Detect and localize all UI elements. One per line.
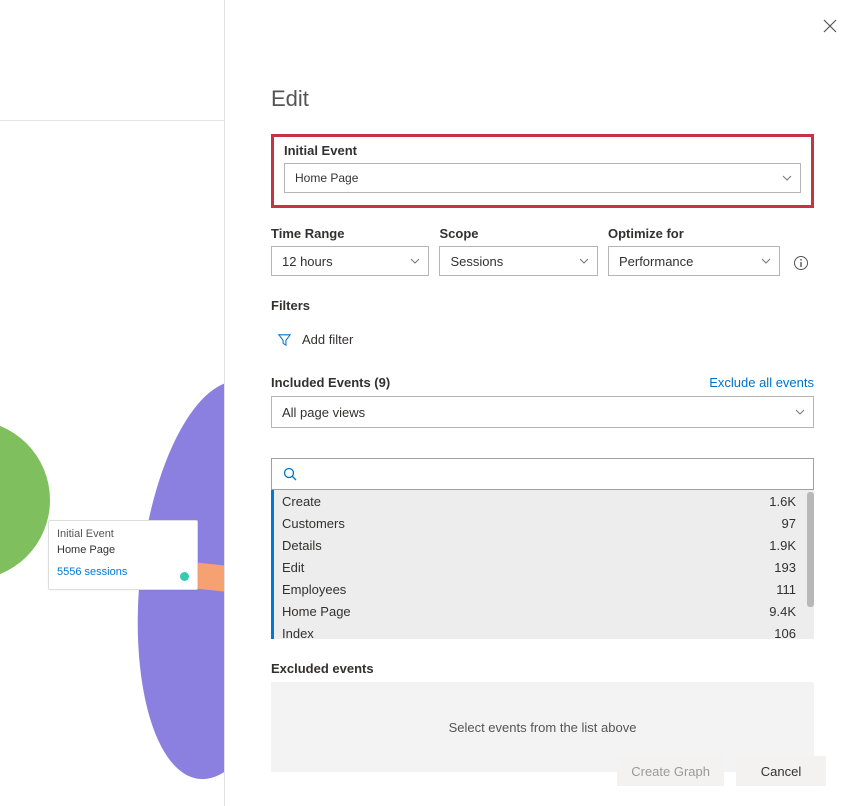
event-row[interactable]: Employees 111 xyxy=(274,578,806,600)
event-count: 1.6K xyxy=(769,494,796,509)
event-row[interactable]: Home Page 9.4K xyxy=(274,600,806,622)
graph-node-title: Initial Event xyxy=(57,527,189,543)
info-icon xyxy=(793,255,809,271)
close-icon xyxy=(822,18,838,34)
create-graph-button[interactable]: Create Graph xyxy=(617,756,724,786)
search-icon xyxy=(282,466,298,482)
events-scrollbar[interactable] xyxy=(807,492,814,607)
event-row[interactable]: Customers 97 xyxy=(274,512,806,534)
event-count: 97 xyxy=(782,516,796,531)
event-row[interactable]: Edit 193 xyxy=(274,556,806,578)
optimize-for-value: Performance xyxy=(619,254,693,269)
add-filter-button[interactable]: Add filter xyxy=(271,328,359,351)
event-name: Index xyxy=(282,626,314,640)
event-count: 193 xyxy=(774,560,796,575)
options-row: Time Range 12 hours Scope Sessions Op xyxy=(271,226,814,276)
add-filter-label: Add filter xyxy=(302,332,353,347)
event-name: Create xyxy=(282,494,321,509)
included-events-value: All page views xyxy=(282,405,365,420)
graph-node-event: Home Page xyxy=(57,543,189,559)
chevron-down-icon xyxy=(761,256,771,266)
optimize-for-label: Optimize for xyxy=(608,226,780,241)
event-row[interactable]: Index 106 xyxy=(274,622,806,639)
event-name: Home Page xyxy=(282,604,351,619)
flow-arc-green xyxy=(0,420,50,580)
create-graph-label: Create Graph xyxy=(631,764,710,779)
graph-node-sessions: 5556 sessions xyxy=(57,565,189,581)
included-events-select[interactable]: All page views xyxy=(271,396,814,428)
excluded-events-placeholder: Select events from the list above xyxy=(449,720,637,735)
edit-panel: Edit Initial Event Home Page Time Range … xyxy=(225,0,856,806)
initial-event-label: Initial Event xyxy=(284,143,801,158)
event-count: 9.4K xyxy=(769,604,796,619)
event-count: 106 xyxy=(774,626,796,640)
initial-event-select[interactable]: Home Page xyxy=(284,163,801,193)
initial-event-value: Home Page xyxy=(295,171,358,185)
event-name: Customers xyxy=(282,516,345,531)
event-count: 111 xyxy=(776,582,796,597)
filter-icon xyxy=(277,332,292,347)
scope-select[interactable]: Sessions xyxy=(439,246,597,276)
event-row[interactable]: Create 1.6K xyxy=(274,490,806,512)
events-search-box[interactable] xyxy=(271,458,814,490)
time-range-select[interactable]: 12 hours xyxy=(271,246,429,276)
filters-label: Filters xyxy=(271,298,814,313)
chevron-down-icon xyxy=(795,407,805,417)
close-button[interactable] xyxy=(818,14,842,38)
exclude-all-link[interactable]: Exclude all events xyxy=(709,375,814,390)
graph-divider xyxy=(0,120,225,121)
scope-value: Sessions xyxy=(450,254,503,269)
initial-event-highlight: Initial Event Home Page xyxy=(271,134,814,208)
optimize-info-button[interactable] xyxy=(788,250,814,276)
events-list: Create1.6KCustomers97Details1.9KEdit193E… xyxy=(271,490,814,639)
cancel-button[interactable]: Cancel xyxy=(736,756,826,786)
chevron-down-icon xyxy=(410,256,420,266)
cancel-label: Cancel xyxy=(761,764,801,779)
optimize-for-select[interactable]: Performance xyxy=(608,246,780,276)
events-search-input[interactable] xyxy=(298,467,803,482)
event-row[interactable]: Details 1.9K xyxy=(274,534,806,556)
panel-title: Edit xyxy=(271,86,814,112)
excluded-events-label: Excluded events xyxy=(271,661,814,676)
chevron-down-icon xyxy=(579,256,589,266)
graph-node-card[interactable]: Initial Event Home Page 5556 sessions xyxy=(48,520,198,590)
event-name: Edit xyxy=(282,560,304,575)
event-name: Details xyxy=(282,538,322,553)
included-events-label: Included Events (9) xyxy=(271,375,390,390)
chevron-down-icon xyxy=(782,173,792,183)
time-range-value: 12 hours xyxy=(282,254,333,269)
time-range-label: Time Range xyxy=(271,226,429,241)
event-name: Employees xyxy=(282,582,346,597)
event-count: 1.9K xyxy=(769,538,796,553)
scope-label: Scope xyxy=(439,226,597,241)
graph-node-handle[interactable] xyxy=(180,572,189,581)
flow-graph-background: Initial Event Home Page 5556 sessions xyxy=(0,0,225,806)
